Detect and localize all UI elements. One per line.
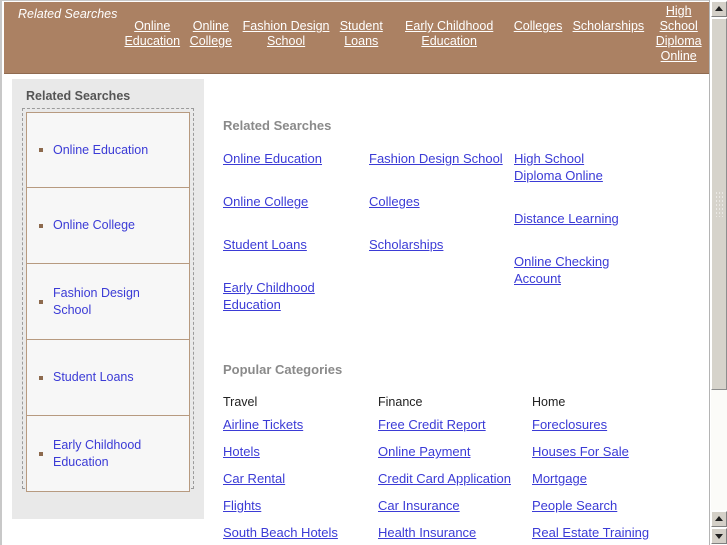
bullet-icon (39, 223, 43, 228)
banner-link-cell: Fashion Design School (239, 2, 333, 49)
sidebar-item[interactable]: Online College (26, 188, 190, 264)
category-link[interactable]: Real Estate Training (532, 524, 702, 541)
category-link[interactable]: Car Rental (223, 470, 378, 487)
banner-link[interactable]: Online Education (122, 19, 183, 49)
browser-viewport: Related Searches Online Education Online … (0, 0, 709, 545)
category-title: Home (532, 395, 566, 409)
related-searches-heading: Related Searches (223, 118, 332, 133)
sidebar-item-label[interactable]: Online College (53, 217, 135, 234)
related-searches-grid: Online Education Online College Student Lo… (223, 150, 703, 339)
related-search-link[interactable]: Online Education (223, 150, 369, 167)
category-link[interactable]: Houses For Sale (532, 443, 702, 460)
sidebar-list: Online Education Online College Fashion De… (22, 108, 194, 492)
category-link[interactable]: Flights (223, 497, 378, 514)
category-column: Travel Airline Tickets Hotels Car Rental Fli… (223, 394, 378, 545)
vertical-scrollbar[interactable] (709, 0, 727, 545)
category-link[interactable]: Health Insurance (378, 524, 532, 541)
banner-link-cell: Colleges (509, 2, 568, 34)
bullet-icon (39, 375, 43, 380)
category-link[interactable]: South Beach Hotels (223, 524, 378, 541)
scroll-up-arrow-icon (715, 6, 723, 11)
scroll-down-arrow-icon (715, 534, 723, 539)
popular-categories-grid: Travel Airline Tickets Hotels Car Rental Fli… (223, 394, 703, 545)
related-link-column: Fashion Design School Colleges Scholarship… (369, 150, 514, 339)
related-search-link[interactable]: Scholarships (369, 236, 514, 253)
sidebar-item[interactable]: Fashion Design School (26, 264, 190, 340)
banner-link[interactable]: Online College (183, 19, 240, 49)
page-frame: Related Searches Online Education Online … (0, 0, 727, 545)
banner-link-cell: High School Diploma Online (649, 2, 708, 64)
related-search-link[interactable]: Online College (223, 193, 369, 210)
banner-link[interactable]: Fashion Design School (239, 19, 333, 49)
sidebar-item-label[interactable]: Online Education (53, 142, 148, 159)
related-search-link[interactable]: High School Diploma Online (514, 150, 624, 184)
category-link[interactable]: Foreclosures (532, 416, 702, 433)
sidebar-item[interactable]: Online Education (26, 112, 190, 188)
scrollbar-grip-icon (715, 191, 723, 217)
related-search-link[interactable]: Student Loans (223, 236, 369, 253)
related-search-link[interactable]: Online Checking Account (514, 253, 624, 287)
category-link[interactable]: Free Credit Report (378, 416, 532, 433)
category-link[interactable]: Credit Card Application (378, 470, 532, 487)
sidebar-item-label[interactable]: Student Loans (53, 369, 134, 386)
banner-link-cell: Student Loans (333, 2, 390, 49)
related-link-column: High School Diploma Online Distance Learn… (514, 150, 694, 339)
category-title: Travel (223, 395, 258, 409)
banner-link-cell: Online College (183, 2, 240, 49)
banner-link[interactable]: Student Loans (333, 19, 390, 49)
related-search-link[interactable]: Fashion Design School (369, 150, 514, 167)
sidebar-heading: Related Searches (26, 89, 131, 103)
scroll-up-button-secondary[interactable] (711, 511, 727, 527)
popular-categories-heading: Popular Categories (223, 362, 343, 377)
bullet-icon (39, 451, 43, 456)
sidebar-item-label[interactable]: Fashion Design School (53, 285, 173, 319)
related-search-link[interactable]: Distance Learning (514, 210, 694, 227)
related-link-column: Online Education Online College Student Lo… (223, 150, 369, 339)
banner-link[interactable]: High School Diploma Online (649, 4, 708, 64)
scrollbar-track[interactable] (711, 18, 727, 510)
banner-title: Related Searches (18, 7, 118, 21)
scroll-up-arrow-icon-secondary (715, 516, 723, 521)
category-link[interactable]: Car Insurance (378, 497, 532, 514)
banner-link-cell: Early Childhood Education (390, 2, 509, 49)
top-banner: Related Searches Online Education Online … (4, 2, 709, 74)
banner-link-row: Online Education Online College Fashion De… (122, 2, 708, 74)
category-link[interactable]: People Search (532, 497, 702, 514)
sidebar-item[interactable]: Student Loans (26, 340, 190, 416)
category-column: Home Foreclosures Houses For Sale Mortgage P… (532, 394, 702, 545)
category-link[interactable]: Online Payment (378, 443, 532, 460)
sidebar: Related Searches Online Education Online … (12, 79, 204, 519)
banner-link-cell: Scholarships (567, 2, 649, 34)
scroll-up-button[interactable] (711, 1, 727, 17)
bullet-icon (39, 299, 43, 304)
banner-link-cell: Online Education (122, 2, 183, 49)
category-link[interactable]: Mortgage (532, 470, 702, 487)
sidebar-item-label[interactable]: Early Childhood Education (53, 437, 173, 471)
category-link[interactable]: Hotels (223, 443, 378, 460)
category-link[interactable]: Airline Tickets (223, 416, 378, 433)
sidebar-item[interactable]: Early Childhood Education (26, 416, 190, 492)
category-column: Finance Free Credit Report Online Payment C… (378, 394, 532, 545)
category-title: Finance (378, 395, 423, 409)
main-content: Related Searches Online Education Online … (214, 74, 704, 545)
banner-link[interactable]: Early Childhood Education (390, 19, 509, 49)
related-search-link[interactable]: Early Childhood Education (223, 279, 333, 313)
scroll-down-button[interactable] (711, 528, 727, 544)
banner-link[interactable]: Colleges (514, 19, 563, 34)
bullet-icon (39, 148, 43, 152)
content-area: Related Searches Online Education Online … (4, 74, 709, 545)
scrollbar-thumb[interactable] (711, 18, 727, 390)
related-search-link[interactable]: Colleges (369, 193, 514, 210)
banner-link[interactable]: Scholarships (573, 19, 645, 34)
